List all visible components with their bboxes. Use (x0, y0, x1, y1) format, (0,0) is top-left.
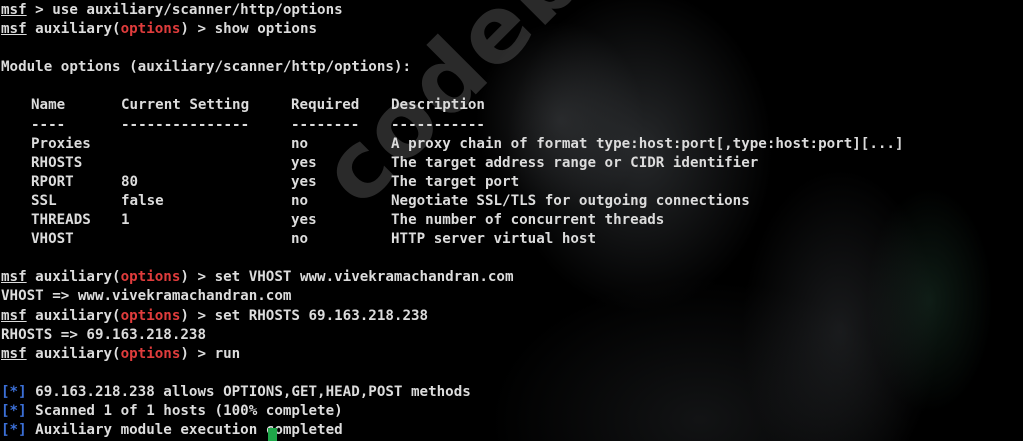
module-suffix: ) (180, 345, 189, 362)
option-setting: 80 (121, 173, 139, 190)
option-setting: false (121, 192, 164, 209)
module-name: options (120, 21, 181, 38)
result-line: [*] 69.163.218.238 allows OPTIONS,GET,HE… (1, 383, 1023, 402)
option-name: Proxies (31, 135, 91, 152)
terminal-output[interactable]: msf > use auxiliary/scanner/http/options… (0, 0, 1023, 441)
option-name: THREADS (31, 212, 91, 229)
underline-required: -------- (291, 116, 360, 133)
option-description: The target port (391, 173, 520, 190)
prompt-arrow: > (188, 345, 215, 362)
module-prefix: auxiliary( (35, 307, 121, 324)
options-table-header: Name Current Setting Required Description (1, 96, 1023, 115)
option-required: no (291, 192, 309, 209)
module-prefix: auxiliary( (35, 345, 121, 362)
command-text: set RHOSTS 69.163.218.238 (214, 307, 429, 324)
msf-prompt: msf (1, 269, 27, 286)
table-row: VHOST no HTTP server virtual host (1, 230, 1023, 249)
option-required: yes (291, 212, 317, 229)
option-name: SSL (31, 192, 57, 209)
option-name: RPORT (31, 173, 74, 190)
option-required: yes (291, 173, 317, 190)
table-row: SSL false no Negotiate SSL/TLS for outgoing… (1, 192, 1023, 211)
module-name: options (120, 307, 181, 324)
result-line: [*] Auxiliary module execution completed (1, 421, 1023, 440)
options-table-underline: ---- --------------- -------- ----------- (1, 116, 1023, 135)
module-suffix: ) (180, 269, 189, 286)
option-required: no (291, 135, 309, 152)
prompt-arrow: > (26, 2, 53, 18)
msf-prompt: msf (1, 345, 27, 362)
table-row: RHOSTS yes The target address range or CID… (1, 154, 1023, 173)
option-description: The number of concurrent threads (391, 212, 665, 229)
terminal-line-set-vhost: msf auxiliary(options) > set VHOST www.v… (1, 268, 1023, 287)
msf-prompt: msf (1, 2, 27, 18)
option-setting: 1 (121, 212, 130, 229)
underline-description: ----------- (391, 116, 485, 133)
prompt-arrow: > (188, 21, 215, 38)
module-suffix: ) (180, 21, 189, 38)
option-description: A proxy chain of format type:host:port[,… (391, 135, 904, 152)
option-description: The target address range or CIDR identif… (391, 154, 759, 171)
option-name: VHOST (31, 231, 74, 248)
prompt-arrow: > (188, 307, 215, 324)
output-vhost: VHOST => www.vivekramachandran.com (1, 288, 292, 305)
column-header-description: Description (391, 97, 485, 114)
option-required: yes (291, 154, 317, 171)
msf-prompt: msf (1, 307, 27, 324)
module-prefix: auxiliary( (35, 21, 121, 38)
terminal-line-set-rhosts: msf auxiliary(options) > set RHOSTS 69.1… (1, 307, 1023, 326)
underline-current-setting: --------------- (121, 116, 250, 133)
module-name: options (120, 345, 181, 362)
command-text: set VHOST www.vivekramachandran.com (214, 269, 514, 286)
table-row: Proxies no A proxy chain of format type:ho… (1, 135, 1023, 154)
underline-name: ---- (31, 116, 66, 133)
command-text: use auxiliary/scanner/http/options (52, 2, 343, 18)
command-text: run (214, 345, 241, 362)
status-marker: [*] (1, 383, 27, 400)
terminal-line-run: msf auxiliary(options) > run (1, 345, 1023, 364)
status-marker: [*] (1, 422, 27, 439)
prompt-arrow: > (188, 269, 215, 286)
terminal-cursor (268, 428, 277, 441)
module-suffix: ) (180, 307, 189, 324)
column-header-name: Name (31, 97, 66, 114)
table-row: THREADS 1 yes The number of concurrent thre… (1, 211, 1023, 230)
terminal-line-show-options: msf auxiliary(options) > show options (1, 20, 1023, 39)
terminal-line-use: msf > use auxiliary/scanner/http/options (1, 1, 1023, 20)
output-rhosts: RHOSTS => 69.163.218.238 (1, 326, 206, 343)
option-name: RHOSTS (31, 154, 83, 171)
result-line: [*] Scanned 1 of 1 hosts (100% complete) (1, 402, 1023, 421)
module-options-heading: Module options (auxiliary/scanner/http/o… (1, 59, 411, 76)
status-marker: [*] (1, 402, 27, 419)
table-row: RPORT 80 yes The target port (1, 173, 1023, 192)
module-prefix: auxiliary( (35, 269, 121, 286)
result-text: 69.163.218.238 allows OPTIONS,GET,HEAD,P… (35, 383, 471, 400)
column-header-required: Required (291, 97, 360, 114)
column-header-current-setting: Current Setting (121, 97, 250, 114)
command-text: show options (214, 21, 318, 38)
result-text: Scanned 1 of 1 hosts (100% complete) (35, 402, 343, 419)
module-name: options (120, 269, 181, 286)
option-description: HTTP server virtual host (391, 231, 596, 248)
option-required: no (291, 231, 309, 248)
result-text: Auxiliary module execution completed (35, 422, 343, 439)
option-description: Negotiate SSL/TLS for outgoing connectio… (391, 192, 750, 209)
msf-prompt: msf (1, 21, 27, 38)
